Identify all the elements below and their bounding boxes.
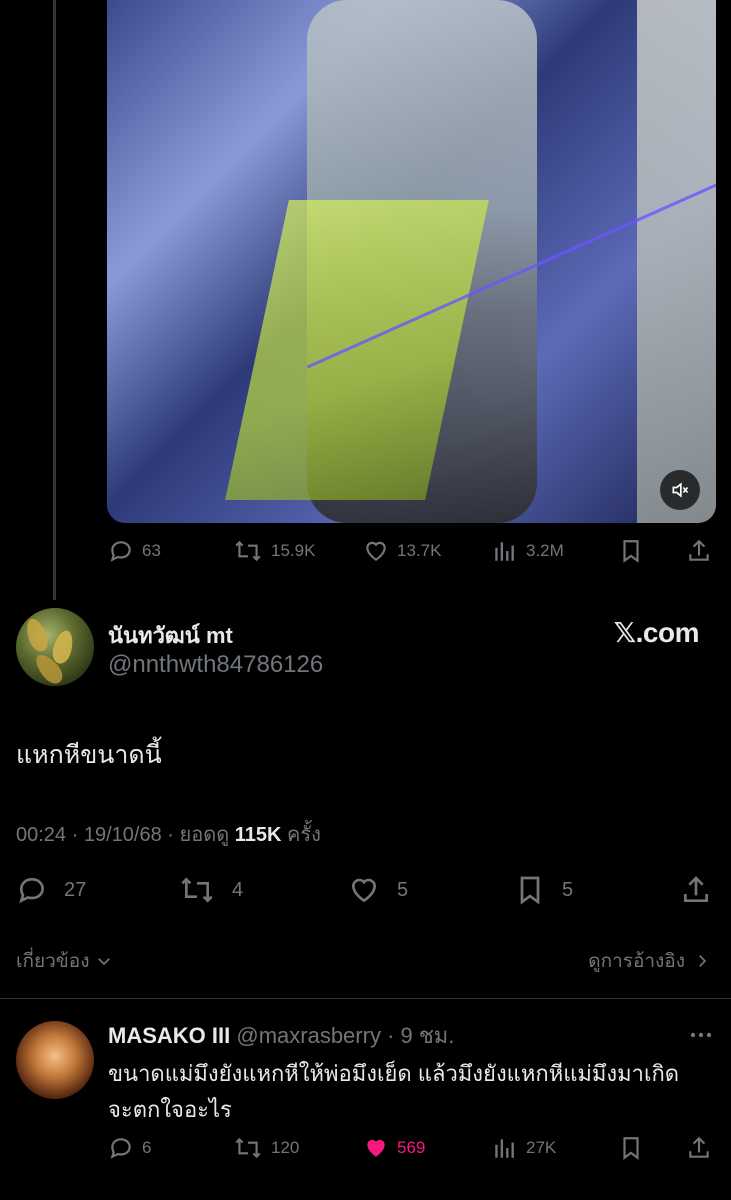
bookmark-button[interactable] [618,1135,644,1161]
reply-text: ขนาดแม่มึงยังแหกหีให้พ่อมึงเย็ด แล้วมึงย… [108,1061,680,1122]
repost-button[interactable]: 4 [178,874,243,906]
share-icon [689,539,709,561]
more-icon [690,1032,712,1038]
bookmark-icon [623,1137,639,1160]
repost-icon [181,877,213,903]
separator-dot: · [387,1023,395,1048]
avatar-leaf [49,628,77,666]
repost-button[interactable]: 120 [233,1135,299,1161]
share-button[interactable] [686,538,712,564]
views-button[interactable]: 27K [492,1135,556,1161]
reply-icon [110,541,131,562]
tweet-meta: 00:24 · 19/10/68 · ยอดดู 115K ครั้ง [16,818,321,850]
separator-dot: · [71,824,84,846]
user-handle[interactable]: @nnthwth84786126 [108,651,323,679]
bookmark-button[interactable]: 5 [514,874,573,906]
chevron-right-icon [699,955,707,967]
repost-icon [235,1137,261,1159]
like-count: 5 [397,878,409,901]
chevron-down-icon [98,958,111,966]
reply-button[interactable]: 63 [108,538,161,564]
repost-count: 15.9K [271,541,316,560]
section-divider [0,998,731,999]
reply-count: 6 [142,1138,152,1157]
video-player[interactable] [107,0,716,523]
reply-header: MASAKO III @maxrasberry · 9 ชม. [108,1018,454,1053]
tweet-text: แหกหีขนาดนี้ [16,741,162,769]
views-button[interactable]: 3.2M [492,538,564,564]
reply-icon [110,1138,131,1159]
reply-button[interactable]: 27 [16,874,86,906]
share-icon [689,1136,709,1158]
heart-filled-icon [367,1139,385,1157]
views-label: ยอดดู [179,824,230,846]
display-name[interactable]: นันทวัฒน์ mt [108,618,233,653]
like-button[interactable]: 13.7K [363,538,441,564]
tweet-date[interactable]: 19/10/68 [84,824,162,846]
like-button[interactable]: 569 [363,1135,425,1161]
reply-display-name[interactable]: MASAKO III [108,1023,230,1048]
bookmark-count: 5 [562,878,574,901]
share-button[interactable] [686,1135,712,1161]
like-count: 13.7K [397,541,442,560]
repost-count: 120 [271,1138,300,1157]
bookmark-icon [520,876,540,905]
more-options-button[interactable] [689,1026,713,1044]
repost-icon [235,540,261,562]
reply-avatar[interactable] [16,1021,94,1099]
reply-icon [19,877,45,904]
speaker-muted-icon [672,482,689,498]
views-suffix: ครั้ง [287,824,321,846]
reply-age[interactable]: 9 ชม. [401,1023,455,1048]
like-count: 569 [397,1138,426,1157]
quotes-label: ดูการอ้างอิง [588,951,685,972]
share-icon [684,876,708,902]
share-button[interactable] [680,874,712,906]
avatar[interactable] [16,608,94,686]
thread-connector-line [53,0,56,600]
views-total: 115K [234,824,282,846]
reply-count: 63 [142,541,161,560]
avatar-leaf [22,615,52,655]
view-quotes-link[interactable]: ดูการอ้างอิง [588,946,711,976]
reply-handle[interactable]: @maxrasberry [236,1023,381,1048]
repost-count: 4 [232,878,244,901]
views-count: 27K [526,1138,557,1157]
tweet-time[interactable]: 00:24 [16,824,66,846]
views-count: 3.2M [526,541,564,560]
mute-button[interactable] [660,470,700,510]
bookmark-icon [623,540,639,563]
analytics-icon [495,1139,514,1158]
separator-dot: · [167,824,180,846]
bookmark-button[interactable] [618,538,644,564]
analytics-icon [495,542,514,561]
reply-button[interactable]: 6 [108,1135,151,1161]
related-label: เกี่ยวข้อง [16,951,90,972]
reply-count: 27 [64,878,87,901]
video-frame-dancer [637,0,716,523]
repost-button[interactable]: 15.9K [233,538,315,564]
like-button[interactable]: 5 [347,874,408,906]
related-dropdown[interactable]: เกี่ยวข้อง [16,946,113,976]
heart-icon [366,541,386,561]
x-brand-logo: 𝕏.com [613,617,700,648]
heart-icon [351,878,377,903]
